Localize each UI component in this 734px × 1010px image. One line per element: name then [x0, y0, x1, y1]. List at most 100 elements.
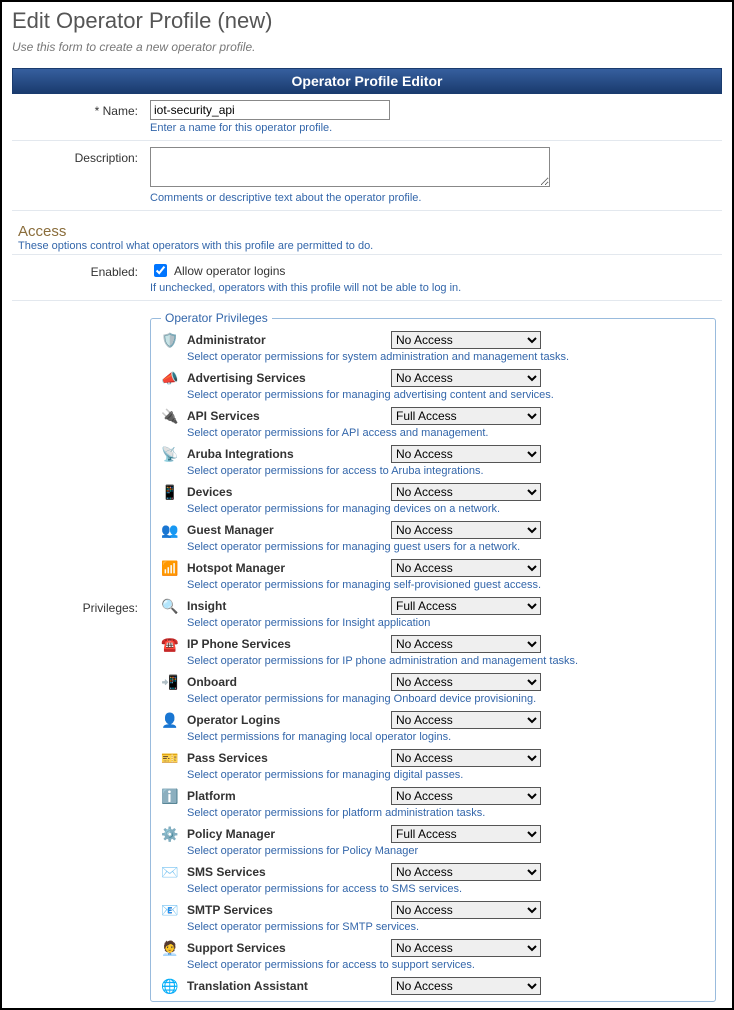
page-title: Edit Operator Profile (new): [12, 8, 722, 34]
privilege-name: Support Services: [187, 941, 387, 955]
privilege-select[interactable]: No AccessRead OnlyFull Access: [391, 901, 541, 919]
privilege-row: 🎫 Pass Services No AccessRead OnlyFull Acc…: [161, 749, 705, 767]
privilege-desc: Select operator permissions for access t…: [187, 959, 705, 971]
privilege-name: Guest Manager: [187, 523, 387, 537]
privilege-row: 📡 Aruba Integrations No AccessRead OnlyFul…: [161, 445, 705, 463]
privilege-name: Pass Services: [187, 751, 387, 765]
access-heading: Access: [18, 223, 716, 240]
name-hint: Enter a name for this operator profile.: [150, 122, 716, 134]
privilege-desc: Select operator permissions for managing…: [187, 693, 705, 705]
form-table: * Name: Enter a name for this operator p…: [12, 94, 722, 1008]
privilege-select[interactable]: No AccessRead OnlyFull Access: [391, 521, 541, 539]
privilege-row: ℹ️ Platform No AccessRead OnlyFull Access: [161, 787, 705, 805]
privilege-name: Operator Logins: [187, 713, 387, 727]
privilege-icon: 🔍: [161, 597, 179, 615]
description-textarea[interactable]: [150, 147, 550, 187]
privilege-name: Translation Assistant: [187, 979, 387, 993]
privilege-icon: 🎫: [161, 749, 179, 767]
privilege-row: 📣 Advertising Services No AccessRead OnlyF…: [161, 369, 705, 387]
privilege-select[interactable]: No AccessRead OnlyFull Access: [391, 711, 541, 729]
privilege-row: 🌐 Translation Assistant No AccessRead Only…: [161, 977, 705, 995]
privilege-desc: Select operator permissions for managing…: [187, 579, 705, 591]
privilege-select[interactable]: No AccessRead OnlyFull Access: [391, 863, 541, 881]
description-label: Description:: [12, 141, 144, 211]
privilege-icon: 📡: [161, 445, 179, 463]
privilege-row: 📶 Hotspot Manager No AccessRead OnlyFull A…: [161, 559, 705, 577]
access-subtext: These options control what operators wit…: [18, 240, 716, 252]
privilege-select[interactable]: No AccessRead OnlyFull Access: [391, 825, 541, 843]
enabled-text: Allow operator logins: [174, 264, 285, 278]
privilege-name: Insight: [187, 599, 387, 613]
privilege-row: ✉️ SMS Services No AccessRead OnlyFull Acc…: [161, 863, 705, 881]
enabled-hint: If unchecked, operators with this profil…: [150, 282, 716, 294]
privilege-row: 📱 Devices No AccessRead OnlyFull Access: [161, 483, 705, 501]
privilege-desc: Select operator permissions for Insight …: [187, 617, 705, 629]
privilege-icon: 📲: [161, 673, 179, 691]
privilege-name: Hotspot Manager: [187, 561, 387, 575]
privilege-icon: 👥: [161, 521, 179, 539]
privilege-desc: Select operator permissions for platform…: [187, 807, 705, 819]
description-hint: Comments or descriptive text about the o…: [150, 192, 716, 204]
enabled-checkbox[interactable]: [154, 264, 167, 277]
privilege-icon: ℹ️: [161, 787, 179, 805]
privilege-select[interactable]: No AccessRead OnlyFull Access: [391, 673, 541, 691]
privilege-select[interactable]: No AccessRead OnlyFull Access: [391, 597, 541, 615]
privilege-name: Onboard: [187, 675, 387, 689]
privilege-select[interactable]: No AccessRead OnlyFull Access: [391, 407, 541, 425]
privilege-desc: Select operator permissions for access t…: [187, 883, 705, 895]
privileges-fieldset: Operator Privileges 🛡️AdministratorNo Ac…: [150, 311, 716, 1002]
privilege-desc: Select operator permissions for SMTP ser…: [187, 921, 705, 933]
privilege-select[interactable]: No AccessRead OnlyFull Access: [391, 445, 541, 463]
privilege-name: API Services: [187, 409, 387, 423]
privilege-select[interactable]: No AccessRead OnlyFull Access: [391, 787, 541, 805]
privilege-icon: ☎️: [161, 635, 179, 653]
page-intro: Use this form to create a new operator p…: [12, 40, 722, 54]
privilege-row: 📧 SMTP Services No AccessRead OnlyFull Acc…: [161, 901, 705, 919]
privilege-desc: Select operator permissions for API acce…: [187, 427, 705, 439]
privilege-desc: Select operator permissions for managing…: [187, 541, 705, 553]
privilege-select[interactable]: No AccessRead OnlyFull Access: [391, 559, 541, 577]
privilege-desc: Select operator permissions for Policy M…: [187, 845, 705, 857]
privilege-name: Platform: [187, 789, 387, 803]
privilege-select[interactable]: No AccessRead OnlyFull Access: [391, 369, 541, 387]
privilege-row: 🔍 Insight No AccessRead OnlyFull Access: [161, 597, 705, 615]
privilege-icon: 🛡️: [161, 331, 179, 349]
privilege-desc: Select operator permissions for managing…: [187, 389, 705, 401]
privilege-icon: 📣: [161, 369, 179, 387]
privilege-desc: Select operator permissions for system a…: [187, 351, 705, 363]
privilege-name: Advertising Services: [187, 371, 387, 385]
privilege-desc: Select operator permissions for IP phone…: [187, 655, 705, 667]
privilege-select[interactable]: No AccessRead OnlyFull Access: [391, 977, 541, 995]
privilege-select[interactable]: No AccessRead OnlyFull Access: [391, 635, 541, 653]
privilege-icon: 🌐: [161, 977, 179, 995]
privilege-icon: ⚙️: [161, 825, 179, 843]
privilege-desc: Select operator permissions for access t…: [187, 465, 705, 477]
privilege-icon: 🧑‍💼: [161, 939, 179, 957]
privilege-row: 🔌API ServicesNo AccessRead OnlyFull Acce…: [161, 407, 705, 425]
privilege-icon: 📧: [161, 901, 179, 919]
privilege-row: ☎️IP Phone ServicesNo AccessRead OnlyFul…: [161, 635, 705, 653]
privilege-name: Aruba Integrations: [187, 447, 387, 461]
privilege-select[interactable]: No AccessRead OnlyFull Access: [391, 331, 541, 349]
privilege-select[interactable]: No AccessRead OnlyFull Access: [391, 749, 541, 767]
privilege-name: SMS Services: [187, 865, 387, 879]
privilege-desc: Select permissions for managing local op…: [187, 731, 705, 743]
privilege-icon: 📶: [161, 559, 179, 577]
privilege-icon: 📱: [161, 483, 179, 501]
privilege-name: Devices: [187, 485, 387, 499]
privilege-select[interactable]: No AccessRead OnlyFull Access: [391, 939, 541, 957]
privilege-name: SMTP Services: [187, 903, 387, 917]
privilege-row: 👥 Guest Manager No AccessRead OnlyFull Acc…: [161, 521, 705, 539]
privilege-icon: ✉️: [161, 863, 179, 881]
privilege-row: 📲 Onboard No AccessRead OnlyFull Access: [161, 673, 705, 691]
privileges-legend: Operator Privileges: [161, 311, 272, 325]
name-label: * Name:: [12, 94, 144, 141]
privilege-row: 🧑‍💼 Support Services No AccessRead OnlyFul…: [161, 939, 705, 957]
privilege-select[interactable]: No AccessRead OnlyFull Access: [391, 483, 541, 501]
privileges-label: Privileges:: [12, 301, 144, 1009]
privilege-desc: Select operator permissions for managing…: [187, 503, 705, 515]
privilege-row: 👤Operator LoginsNo AccessRead OnlyFull A…: [161, 711, 705, 729]
panel-header: Operator Profile Editor: [12, 68, 722, 94]
name-input[interactable]: [150, 100, 390, 120]
enabled-label: Enabled:: [12, 255, 144, 301]
